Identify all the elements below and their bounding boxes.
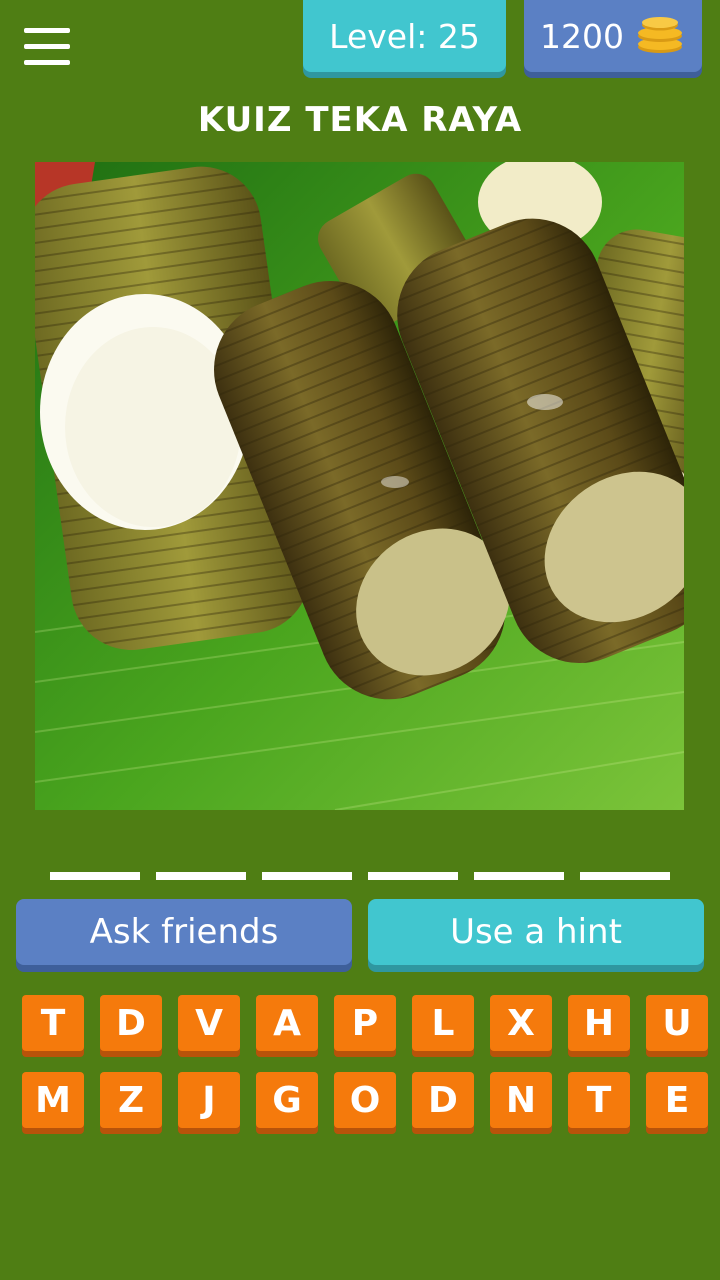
letter-key[interactable]: M (22, 1072, 84, 1128)
answer-slot[interactable] (156, 872, 246, 880)
letter-key[interactable]: O (334, 1072, 396, 1128)
coins-badge[interactable]: 1200 (524, 0, 702, 72)
answer-slot[interactable] (474, 872, 564, 880)
answer-slot[interactable] (368, 872, 458, 880)
hamburger-menu-icon (24, 28, 70, 33)
coins-count: 1200 (540, 16, 624, 56)
letter-key[interactable]: G (256, 1072, 318, 1128)
keyboard-row-2: M Z J G O D N T E (22, 1072, 712, 1128)
answer-slot[interactable] (50, 872, 140, 880)
lemang-photo (35, 162, 684, 810)
menu-button[interactable] (24, 28, 70, 68)
use-hint-label: Use a hint (450, 912, 622, 952)
answer-slots (50, 872, 670, 880)
letter-key[interactable]: T (22, 995, 84, 1051)
ask-friends-label: Ask friends (89, 912, 279, 952)
letter-key[interactable]: E (646, 1072, 708, 1128)
letter-key[interactable]: T (568, 1072, 630, 1128)
level-badge: Level: 25 (303, 0, 506, 72)
page-title: KUIZ TEKA RAYA (197, 100, 523, 140)
letter-key[interactable]: D (412, 1072, 474, 1128)
letter-key[interactable]: J (178, 1072, 240, 1128)
use-hint-button[interactable]: Use a hint (368, 899, 704, 965)
letter-key[interactable]: N (490, 1072, 552, 1128)
letter-key[interactable]: A (256, 995, 318, 1051)
answer-slot[interactable] (262, 872, 352, 880)
level-label: Level: 25 (329, 16, 480, 56)
coin-stack-icon (637, 17, 682, 53)
letter-key[interactable]: X (490, 995, 552, 1051)
letter-key[interactable]: V (178, 995, 240, 1051)
ask-friends-button[interactable]: Ask friends (16, 899, 352, 965)
letter-key[interactable]: Z (100, 1072, 162, 1128)
letter-keyboard: T D V A P L X H U M Z J G O D N T E (22, 995, 712, 1149)
puzzle-image (35, 162, 684, 810)
letter-key[interactable]: H (568, 995, 630, 1051)
letter-key[interactable]: P (334, 995, 396, 1051)
letter-key[interactable]: D (100, 995, 162, 1051)
letter-key[interactable]: L (412, 995, 474, 1051)
letter-key[interactable]: U (646, 995, 708, 1051)
keyboard-row-1: T D V A P L X H U (22, 995, 712, 1051)
answer-slot[interactable] (580, 872, 670, 880)
